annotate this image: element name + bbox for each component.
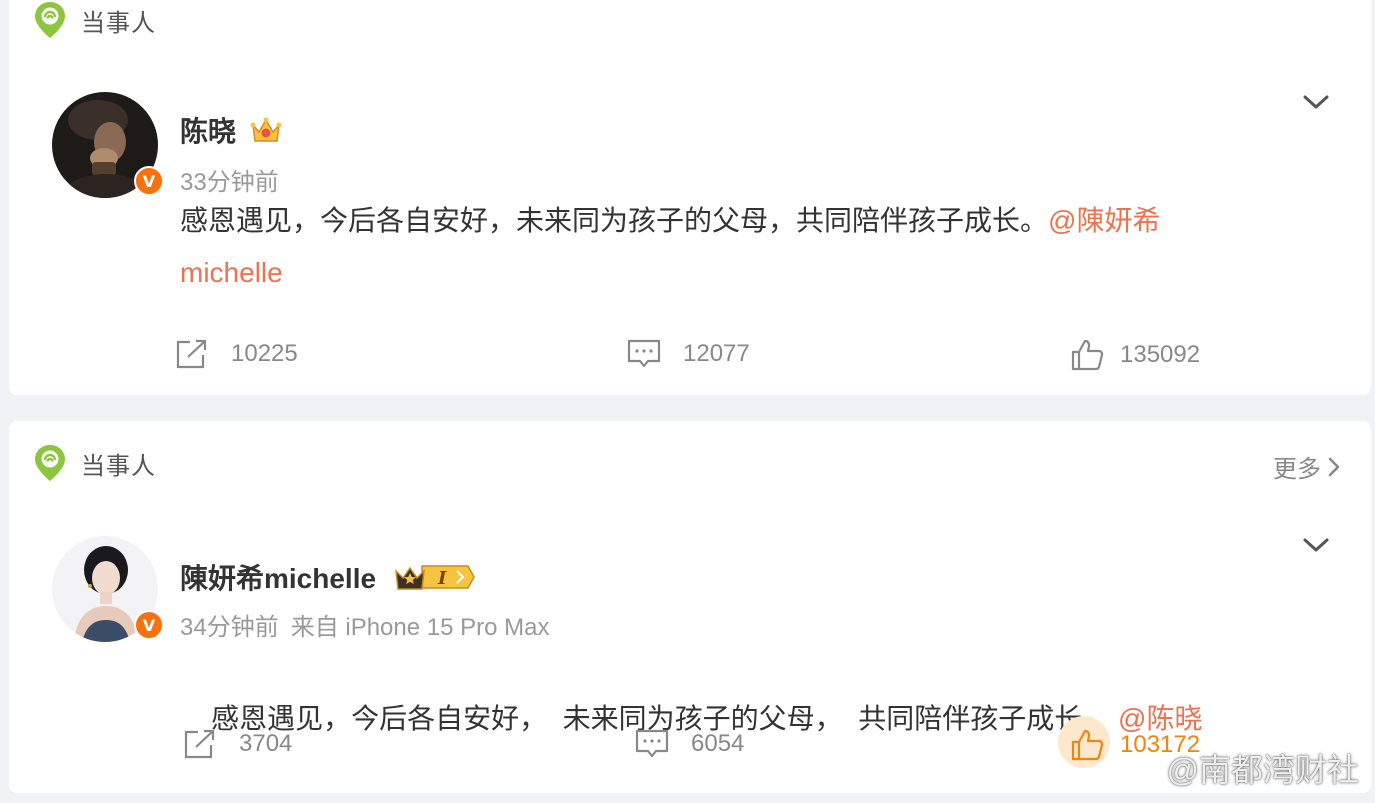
section-title: 当事人 bbox=[81, 452, 156, 480]
avatar[interactable]: V bbox=[52, 92, 164, 198]
location-pin-icon bbox=[35, 2, 65, 38]
post-text: 感恩遇见，今后各自安好，未来同为孩子的父母，共同陪伴孩子成长。@陳妍希miche… bbox=[180, 195, 1250, 299]
more-label: 更多 bbox=[1273, 456, 1321, 483]
verified-badge: V bbox=[134, 166, 164, 196]
user-name[interactable]: 陳妍希michelle bbox=[180, 557, 376, 597]
post-time[interactable]: 34分钟前 bbox=[180, 614, 279, 641]
post-meta: 34分钟前 来自 iPhone 15 Pro Max bbox=[180, 607, 550, 642]
thumbs-up-icon bbox=[1071, 729, 1104, 761]
like-button[interactable]: 135092 bbox=[1070, 338, 1200, 372]
repost-icon bbox=[176, 339, 207, 369]
like-count: 135092 bbox=[1120, 341, 1201, 368]
repost-count: 10225 bbox=[231, 340, 298, 367]
comment-button[interactable]: 12077 bbox=[627, 338, 750, 370]
user-info: 陳妍希michelle I bbox=[180, 557, 476, 597]
member-level-icon[interactable]: I bbox=[394, 562, 476, 592]
repost-button[interactable]: 10225 bbox=[175, 338, 298, 370]
location-pin-icon bbox=[35, 445, 65, 481]
chevron-right-icon bbox=[1328, 457, 1340, 476]
post-meta: 33分钟前 bbox=[180, 162, 279, 197]
watermark: @南都湾财社 bbox=[1113, 745, 1360, 791]
watermark-text: @南都湾财社 bbox=[1166, 752, 1360, 788]
avatar[interactable]: V bbox=[52, 536, 164, 642]
comment-icon bbox=[635, 729, 669, 758]
like-icon-wrap bbox=[1058, 716, 1110, 768]
crown-icon[interactable] bbox=[250, 115, 282, 145]
post-source: 来自 iPhone 15 Pro Max bbox=[290, 614, 550, 641]
comment-button[interactable]: 6054 bbox=[635, 728, 744, 760]
section-title: 当事人 bbox=[81, 9, 156, 37]
comment-count: 12077 bbox=[683, 340, 750, 367]
svg-text:I: I bbox=[437, 568, 447, 589]
comment-count: 6054 bbox=[691, 730, 745, 757]
comment-icon bbox=[627, 339, 661, 368]
thumbs-up-icon bbox=[1071, 339, 1104, 371]
weibo-logo-icon bbox=[1115, 753, 1155, 785]
chevron-down-icon[interactable] bbox=[1301, 92, 1331, 112]
post-card: 当事人 V 陈晓 33分钟前 感恩遇见，今后各自安好，未来同为孩子的父母，共同陪… bbox=[9, 0, 1371, 395]
section-header: 当事人 bbox=[33, 443, 156, 483]
repost-button[interactable]: 3704 bbox=[183, 728, 292, 760]
repost-icon bbox=[184, 729, 215, 759]
post-time[interactable]: 33分钟前 bbox=[180, 169, 279, 196]
section-header: 当事人 bbox=[33, 0, 156, 40]
post-body: 感恩遇见，今后各自安好，未来同为孩子的父母，共同陪伴孩子成长。 bbox=[180, 205, 1049, 236]
user-info: 陈晓 bbox=[180, 110, 282, 150]
verified-badge: V bbox=[134, 610, 164, 640]
chevron-down-icon[interactable] bbox=[1301, 535, 1331, 555]
more-link[interactable]: 更多 bbox=[1273, 449, 1341, 484]
repost-count: 3704 bbox=[239, 730, 293, 757]
post-card: 当事人 更多 V 陳妍希michelle I 34分钟前 来自 iPhone 1… bbox=[9, 421, 1371, 793]
user-name[interactable]: 陈晓 bbox=[180, 110, 236, 150]
